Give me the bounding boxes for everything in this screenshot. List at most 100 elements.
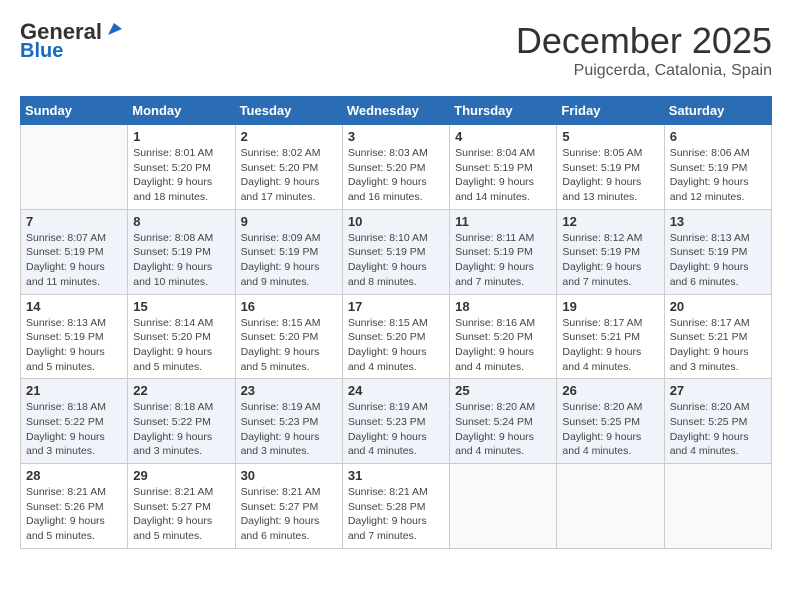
day-info: Sunrise: 8:18 AMSunset: 5:22 PMDaylight:… [133, 400, 229, 459]
calendar-week-row: 1 Sunrise: 8:01 AMSunset: 5:20 PMDaylight… [21, 125, 772, 210]
day-info: Sunrise: 8:17 AMSunset: 5:21 PMDaylight:… [562, 316, 658, 375]
day-number: 17 [348, 299, 444, 314]
calendar-week-row: 7 Sunrise: 8:07 AMSunset: 5:19 PMDaylight… [21, 209, 772, 294]
day-info: Sunrise: 8:15 AMSunset: 5:20 PMDaylight:… [348, 316, 444, 375]
day-number: 26 [562, 383, 658, 398]
day-number: 28 [26, 468, 122, 483]
table-row: 1 Sunrise: 8:01 AMSunset: 5:20 PMDaylight… [128, 125, 235, 210]
day-info: Sunrise: 8:16 AMSunset: 5:20 PMDaylight:… [455, 316, 551, 375]
table-row: 22 Sunrise: 8:18 AMSunset: 5:22 PMDayligh… [128, 379, 235, 464]
day-info: Sunrise: 8:15 AMSunset: 5:20 PMDaylight:… [241, 316, 337, 375]
day-number: 27 [670, 383, 766, 398]
col-tuesday: Tuesday [235, 97, 342, 125]
table-row: 30Sunrise: 8:21 AMSunset: 5:27 PMDayligh… [235, 464, 342, 549]
day-number: 22 [133, 383, 229, 398]
table-row: 23 Sunrise: 8:19 AMSunset: 5:23 PMDayligh… [235, 379, 342, 464]
table-row: 5 Sunrise: 8:05 AMSunset: 5:19 PMDaylight… [557, 125, 664, 210]
day-number: 19 [562, 299, 658, 314]
table-row: 19 Sunrise: 8:17 AMSunset: 5:21 PMDayligh… [557, 294, 664, 379]
table-row: 2Sunrise: 8:02 AMSunset: 5:20 PMDaylight… [235, 125, 342, 210]
day-number: 12 [562, 214, 658, 229]
day-info: Sunrise: 8:17 AMSunset: 5:21 PMDaylight:… [670, 316, 766, 375]
table-row: 11Sunrise: 8:11 AMSunset: 5:19 PMDayligh… [450, 209, 557, 294]
day-number: 18 [455, 299, 551, 314]
day-number: 25 [455, 383, 551, 398]
day-info: Sunrise: 8:14 AMSunset: 5:20 PMDaylight:… [133, 316, 229, 375]
page-header: General Blue December 2025 Puigcerda, Ca… [20, 20, 772, 80]
table-row: 9 Sunrise: 8:09 AMSunset: 5:19 PMDaylight… [235, 209, 342, 294]
calendar-table: Sunday Monday Tuesday Wednesday Thursday… [20, 96, 772, 549]
day-number: 1 [133, 129, 229, 144]
day-info: Sunrise: 8:10 AMSunset: 5:19 PMDaylight:… [348, 231, 444, 290]
day-number: 31 [348, 468, 444, 483]
day-number: 15 [133, 299, 229, 314]
table-row: 4Sunrise: 8:04 AMSunset: 5:19 PMDaylight… [450, 125, 557, 210]
table-row: 15 Sunrise: 8:14 AMSunset: 5:20 PMDayligh… [128, 294, 235, 379]
day-number: 10 [348, 214, 444, 229]
table-row: 31 Sunrise: 8:21 AMSunset: 5:28 PMDayligh… [342, 464, 449, 549]
day-number: 3 [348, 129, 444, 144]
table-row: 6 Sunrise: 8:06 AMSunset: 5:19 PMDaylight… [664, 125, 771, 210]
day-info: Sunrise: 8:20 AMSunset: 5:25 PMDaylight:… [670, 400, 766, 459]
day-info: Sunrise: 8:09 AMSunset: 5:19 PMDaylight:… [241, 231, 337, 290]
table-row [557, 464, 664, 549]
day-info: Sunrise: 8:19 AMSunset: 5:23 PMDaylight:… [348, 400, 444, 459]
day-number: 5 [562, 129, 658, 144]
calendar-week-row: 21 Sunrise: 8:18 AMSunset: 5:22 PMDayligh… [21, 379, 772, 464]
day-number: 11 [455, 214, 551, 229]
col-monday: Monday [128, 97, 235, 125]
day-number: 29 [133, 468, 229, 483]
table-row: 25Sunrise: 8:20 AMSunset: 5:24 PMDayligh… [450, 379, 557, 464]
logo-text-blue: Blue [20, 40, 63, 62]
day-info: Sunrise: 8:19 AMSunset: 5:23 PMDaylight:… [241, 400, 337, 459]
table-row: 10 Sunrise: 8:10 AMSunset: 5:19 PMDayligh… [342, 209, 449, 294]
table-row: 21 Sunrise: 8:18 AMSunset: 5:22 PMDayligh… [21, 379, 128, 464]
day-number: 16 [241, 299, 337, 314]
day-number: 8 [133, 214, 229, 229]
day-info: Sunrise: 8:06 AMSunset: 5:19 PMDaylight:… [670, 146, 766, 205]
col-saturday: Saturday [664, 97, 771, 125]
day-info: Sunrise: 8:18 AMSunset: 5:22 PMDaylight:… [26, 400, 122, 459]
day-number: 23 [241, 383, 337, 398]
day-number: 13 [670, 214, 766, 229]
day-info: Sunrise: 8:01 AMSunset: 5:20 PMDaylight:… [133, 146, 229, 205]
table-row: 8Sunrise: 8:08 AMSunset: 5:19 PMDaylight… [128, 209, 235, 294]
table-row: 24 Sunrise: 8:19 AMSunset: 5:23 PMDayligh… [342, 379, 449, 464]
calendar-header-row: Sunday Monday Tuesday Wednesday Thursday… [21, 97, 772, 125]
day-info: Sunrise: 8:21 AMSunset: 5:26 PMDaylight:… [26, 485, 122, 544]
day-number: 21 [26, 383, 122, 398]
page-container: General Blue December 2025 Puigcerda, Ca… [20, 20, 772, 549]
day-info: Sunrise: 8:13 AMSunset: 5:19 PMDaylight:… [670, 231, 766, 290]
table-row: 16 Sunrise: 8:15 AMSunset: 5:20 PMDayligh… [235, 294, 342, 379]
logo: General Blue [20, 20, 122, 62]
day-number: 9 [241, 214, 337, 229]
day-number: 6 [670, 129, 766, 144]
table-row [21, 125, 128, 210]
month-title: December 2025 [516, 20, 772, 62]
table-row [664, 464, 771, 549]
calendar-week-row: 14Sunrise: 8:13 AMSunset: 5:19 PMDayligh… [21, 294, 772, 379]
day-info: Sunrise: 8:03 AMSunset: 5:20 PMDaylight:… [348, 146, 444, 205]
day-info: Sunrise: 8:07 AMSunset: 5:19 PMDaylight:… [26, 231, 122, 290]
day-number: 24 [348, 383, 444, 398]
day-number: 20 [670, 299, 766, 314]
table-row: 17 Sunrise: 8:15 AMSunset: 5:20 PMDayligh… [342, 294, 449, 379]
logo-bird-icon [104, 21, 122, 39]
col-sunday: Sunday [21, 97, 128, 125]
table-row [450, 464, 557, 549]
table-row: 28 Sunrise: 8:21 AMSunset: 5:26 PMDayligh… [21, 464, 128, 549]
day-info: Sunrise: 8:21 AMSunset: 5:27 PMDaylight:… [241, 485, 337, 544]
day-info: Sunrise: 8:05 AMSunset: 5:19 PMDaylight:… [562, 146, 658, 205]
table-row: 20 Sunrise: 8:17 AMSunset: 5:21 PMDayligh… [664, 294, 771, 379]
table-row: 26 Sunrise: 8:20 AMSunset: 5:25 PMDayligh… [557, 379, 664, 464]
table-row: 27 Sunrise: 8:20 AMSunset: 5:25 PMDayligh… [664, 379, 771, 464]
table-row: 7 Sunrise: 8:07 AMSunset: 5:19 PMDaylight… [21, 209, 128, 294]
col-wednesday: Wednesday [342, 97, 449, 125]
col-thursday: Thursday [450, 97, 557, 125]
day-info: Sunrise: 8:21 AMSunset: 5:28 PMDaylight:… [348, 485, 444, 544]
table-row: 3 Sunrise: 8:03 AMSunset: 5:20 PMDaylight… [342, 125, 449, 210]
location-subtitle: Puigcerda, Catalonia, Spain [516, 62, 772, 80]
day-number: 7 [26, 214, 122, 229]
day-info: Sunrise: 8:20 AMSunset: 5:25 PMDaylight:… [562, 400, 658, 459]
table-row: 18 Sunrise: 8:16 AMSunset: 5:20 PMDayligh… [450, 294, 557, 379]
